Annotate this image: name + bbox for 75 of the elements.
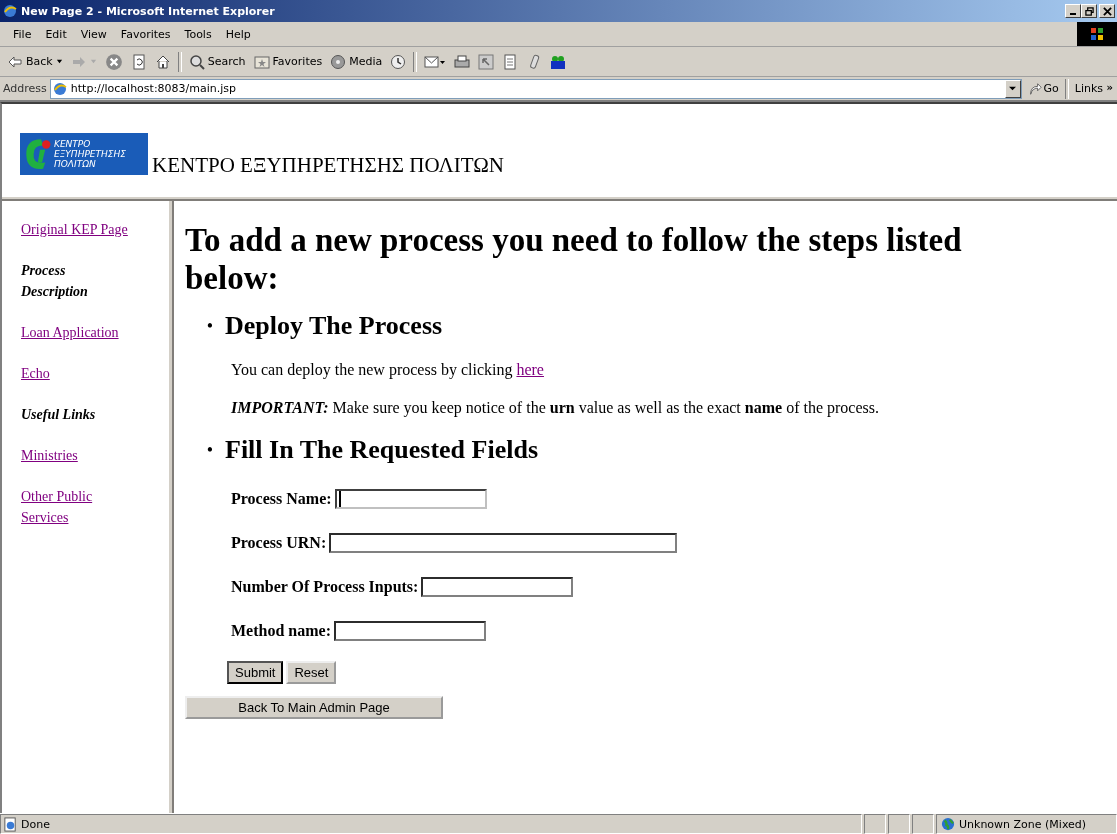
back-button[interactable]: Back To Main Admin Page (185, 696, 443, 719)
browser-icon (51, 80, 68, 97)
status-panel (912, 814, 934, 834)
page-heading: To add a new process you need to follow the steps listed below: (185, 221, 963, 297)
browser-icon (2, 3, 18, 19)
status-panel (864, 814, 886, 834)
page-icon (130, 53, 147, 70)
close-button[interactable] (1099, 4, 1115, 18)
input-field[interactable] (334, 621, 486, 641)
search-icon (188, 53, 205, 70)
minimize-icon (1070, 13, 1076, 15)
logo: ΚΕΝΤΡΟ ΕΞΥΠΗΡΕΤΗΣΗΣ ΠΟΛΙΤΩΝ (20, 132, 148, 175)
sidebar-heading: Useful Links (21, 406, 97, 424)
caret-icon (1009, 85, 1016, 92)
form-button[interactable]: Submit (227, 661, 284, 684)
document-icon (502, 53, 519, 70)
menu-item[interactable]: Tools (177, 27, 219, 41)
arrow-icon (1027, 81, 1042, 96)
menu-item[interactable]: Help (218, 27, 258, 41)
sidebar-link[interactable]: Echo (21, 363, 131, 384)
address-label: Address (3, 82, 47, 95)
links-button[interactable]: Links » (1068, 82, 1115, 95)
menu-item[interactable]: Edit (38, 27, 74, 41)
home-icon (154, 53, 171, 70)
window-title: New Page 2 - Microsoft Internet Explorer (21, 4, 276, 18)
form-button[interactable]: Reset (286, 661, 337, 684)
search-button[interactable]: Search (185, 52, 249, 71)
sidebar-link[interactable]: Ministries (21, 445, 131, 466)
input-field[interactable] (421, 577, 574, 597)
envelope-icon (424, 53, 447, 70)
gift-icon (550, 53, 567, 70)
page-icon (3, 816, 18, 832)
restore-icon (1084, 6, 1094, 16)
sidebar-heading: Process Description (21, 262, 89, 301)
favorites-button[interactable]: Favorites (250, 52, 326, 71)
stop-icon (104, 52, 123, 71)
field-label: Number Of Process Inputs: (231, 578, 419, 596)
bullet: • (205, 315, 215, 337)
edit-icon (478, 53, 495, 70)
caret-icon (55, 58, 63, 65)
status-text: Done (21, 817, 50, 831)
clock-icon (390, 53, 407, 70)
dropdown-button[interactable] (1004, 79, 1021, 98)
status-panel (888, 814, 910, 834)
site-title: ΚΕΝΤΡΟ ΕΞΥΠΗΡΕΤΗΣΗΣ ΠΟΛΙΤΩΝ (152, 153, 505, 178)
go-button[interactable]: Go (1021, 81, 1065, 96)
windows-logo-icon (1077, 22, 1117, 46)
disc-icon (330, 53, 347, 70)
security-zone: Unknown Zone (Mixed) (959, 817, 1087, 831)
sidebar-link[interactable]: Original KEP Page (21, 219, 131, 240)
input-field[interactable] (334, 489, 487, 509)
field-label: Method name: (231, 622, 331, 640)
important-note: IMPORTANT: Make sure you keep notice of the urn value as well as the exact name of the process. (231, 399, 880, 417)
menu-item[interactable]: Favorites (113, 27, 178, 41)
address-field[interactable]: http://localhost:8083/main.jsp (49, 78, 1022, 99)
restore-button[interactable] (1081, 4, 1097, 18)
printer-icon (454, 53, 471, 70)
field-label: Process Name: (231, 490, 332, 508)
caret-icon (89, 58, 97, 65)
input-field[interactable] (329, 533, 678, 553)
globe-icon (941, 817, 955, 831)
sidebar-link[interactable]: Other Public Services (21, 486, 131, 528)
here-link[interactable]: here (516, 361, 544, 378)
deploy-text: You can deploy the new process by clicking here (231, 361, 545, 379)
menu-item[interactable]: File (6, 27, 39, 41)
minimize-button[interactable] (1065, 4, 1081, 18)
sidebar-link[interactable]: Loan Application (21, 322, 131, 343)
back-button[interactable]: Back (4, 52, 66, 71)
menu-item[interactable]: View (73, 27, 114, 41)
bullet: • (205, 439, 215, 461)
section-heading: Deploy The Process (225, 311, 443, 341)
media-button[interactable]: Media (327, 52, 386, 71)
section-heading: Fill In The Requested Fields (225, 435, 538, 465)
field-label: Process URN: (231, 534, 327, 552)
close-icon (1102, 6, 1112, 16)
